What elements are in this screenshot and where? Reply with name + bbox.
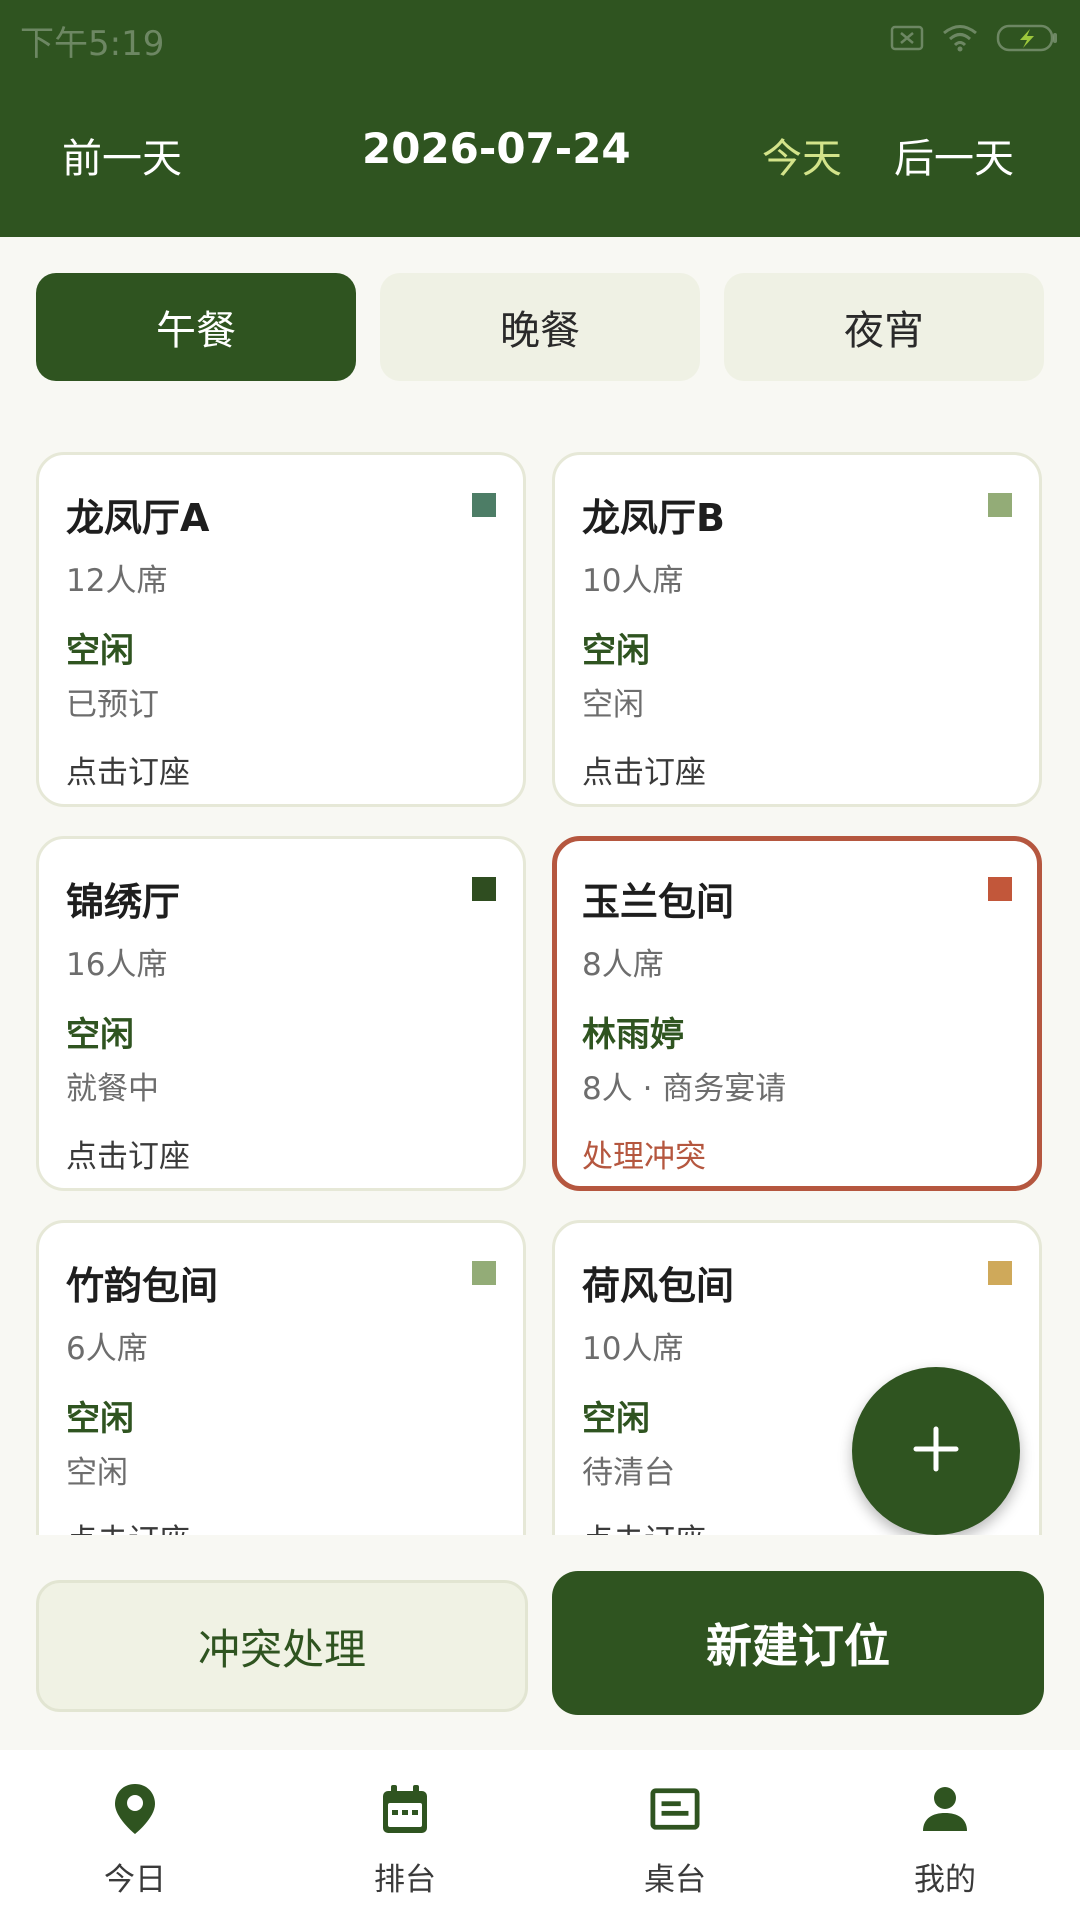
nav-label: 桌台 — [644, 1862, 706, 1898]
room-card-conflict[interactable]: 玉兰包间 8人席 林雨婷 8人 · 商务宴请 处理冲突 — [552, 836, 1042, 1191]
room-color-swatch — [988, 877, 1012, 901]
room-detail: 待清台 — [582, 1455, 675, 1491]
tab-dinner[interactable]: 晚餐 — [380, 273, 700, 381]
room-card[interactable]: 锦绣厅 16人席 空闲 就餐中 点击订座 — [36, 836, 526, 1191]
room-detail: 空闲 — [582, 687, 644, 723]
wifi-icon — [942, 24, 978, 52]
room-status: 空闲 — [66, 631, 134, 671]
nav-item-tables[interactable]: 桌台 — [540, 1750, 810, 1920]
room-card[interactable]: 龙凤厅A 12人席 空闲 已预订 点击订座 — [36, 452, 526, 807]
nav-label: 今日 — [104, 1862, 166, 1898]
room-seats: 10人席 — [582, 563, 684, 599]
nav-item-profile[interactable]: 我的 — [810, 1750, 1080, 1920]
tab-late-night[interactable]: 夜宵 — [724, 273, 1044, 381]
tab-lunch[interactable]: 午餐 — [36, 273, 356, 381]
current-date[interactable]: 2026-07-24 — [362, 124, 631, 173]
room-name: 竹韵包间 — [66, 1264, 219, 1308]
bottom-navigation: 今日 排台 桌台 我的 — [0, 1750, 1080, 1920]
room-seats: 6人席 — [66, 1331, 148, 1367]
room-status: 空闲 — [66, 1015, 134, 1055]
room-name: 荷风包间 — [582, 1264, 735, 1308]
room-name: 龙凤厅B — [582, 496, 725, 540]
today-button[interactable]: 今天 — [762, 126, 842, 184]
room-card[interactable]: 竹韵包间 6人席 空闲 空闲 点击订座 — [36, 1220, 526, 1535]
action-bar: 冲突处理 新建订位 — [0, 1535, 1080, 1750]
room-color-swatch — [988, 493, 1012, 517]
room-name: 龙凤厅A — [66, 496, 210, 540]
room-status: 空闲 — [582, 1399, 650, 1439]
nav-label: 我的 — [914, 1862, 976, 1898]
meal-tabs: 午餐 晚餐 夜宵 — [36, 273, 1044, 381]
room-status: 空闲 — [66, 1399, 134, 1439]
book-seat-link[interactable]: 点击订座 — [582, 1515, 706, 1535]
nav-label: 排台 — [374, 1862, 436, 1898]
room-seats: 10人席 — [582, 1331, 684, 1367]
sim-icon — [890, 24, 924, 52]
room-color-swatch — [472, 493, 496, 517]
status-time: 下午5:19 — [20, 24, 165, 64]
room-status: 空闲 — [582, 631, 650, 671]
guest-name: 林雨婷 — [582, 1015, 684, 1055]
room-detail: 就餐中 — [66, 1071, 159, 1107]
plus-icon — [912, 1425, 960, 1477]
app-header: 下午5:19 前一天 2026-07-24 今天 后一天 — [0, 0, 1080, 237]
conflict-handling-button[interactable]: 冲突处理 — [36, 1580, 528, 1712]
calendar-icon — [380, 1782, 430, 1836]
room-card[interactable]: 龙凤厅B 10人席 空闲 空闲 点击订座 — [552, 452, 1042, 807]
book-seat-link[interactable]: 点击订座 — [582, 747, 706, 792]
room-color-swatch — [988, 1261, 1012, 1285]
table-card-icon — [650, 1782, 700, 1836]
room-detail: 空闲 — [66, 1455, 128, 1491]
location-pin-icon — [110, 1782, 160, 1836]
book-seat-link[interactable]: 点击订座 — [66, 1515, 190, 1535]
status-bar: 下午5:19 — [0, 0, 1080, 76]
date-navigation: 前一天 2026-07-24 今天 后一天 — [0, 112, 1080, 192]
nav-item-schedule[interactable]: 排台 — [270, 1750, 540, 1920]
next-day-button[interactable]: 后一天 — [894, 126, 1014, 184]
room-detail: 8人 · 商务宴请 — [582, 1071, 787, 1107]
room-seats: 16人席 — [66, 947, 168, 983]
status-icons — [890, 20, 1060, 56]
room-seats: 12人席 — [66, 563, 168, 599]
book-seat-link[interactable]: 点击订座 — [66, 1131, 190, 1176]
prev-day-button[interactable]: 前一天 — [62, 126, 182, 184]
book-seat-link[interactable]: 点击订座 — [66, 747, 190, 792]
person-icon — [920, 1782, 970, 1836]
room-color-swatch — [472, 877, 496, 901]
room-detail: 已预订 — [66, 687, 159, 723]
room-name: 锦绣厅 — [66, 880, 181, 924]
room-seats: 8人席 — [582, 947, 664, 983]
room-name: 玉兰包间 — [582, 880, 735, 924]
nav-item-today[interactable]: 今日 — [0, 1750, 270, 1920]
add-fab-button[interactable] — [852, 1367, 1020, 1535]
battery-icon — [996, 23, 1060, 53]
new-reservation-button[interactable]: 新建订位 — [552, 1571, 1044, 1715]
resolve-conflict-link[interactable]: 处理冲突 — [582, 1131, 706, 1176]
room-color-swatch — [472, 1261, 496, 1285]
